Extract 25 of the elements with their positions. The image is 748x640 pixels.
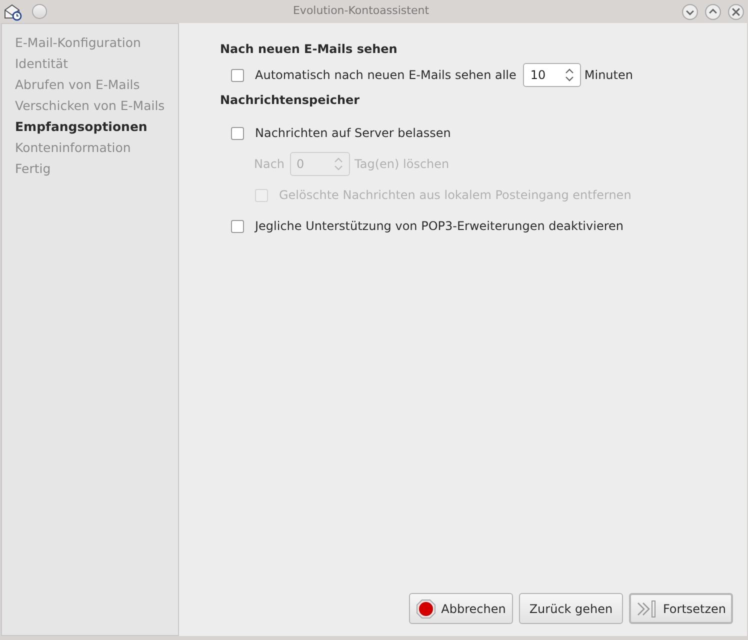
unit-label: Minuten [584,67,633,84]
checkbox-label[interactable]: Nachrichten auf Server belassen [255,124,451,142]
checkbox[interactable] [231,220,244,232]
prefix-label: Nach [254,156,285,173]
checkbox[interactable] [231,126,244,140]
sidebar-item[interactable]: Empfangsoptionen [15,116,178,137]
section-heading: Nach neuen E-Mails sehen [220,41,398,58]
mail-clock-icon[interactable] [4,2,22,20]
continue-button[interactable]: Fortsetzen [629,593,733,624]
back-button[interactable]: Zurück gehen [519,593,623,624]
checkbox[interactable] [231,68,244,82]
window-menu-button[interactable] [32,4,47,19]
section-heading: Nachrichtenspeicher [220,92,361,109]
checkbox-label[interactable]: Jegliche Unterstützung von POP3-Erweiterungen deaktivieren [255,217,624,235]
number-spinner[interactable]: 10 [523,63,582,87]
unit-label: Tag(en) löschen [354,156,450,173]
forward-arrow-icon [636,598,658,618]
spin-arrows-icon[interactable] [565,68,574,82]
close-icon[interactable] [728,4,744,20]
maximize-icon[interactable] [705,4,721,20]
minimize-icon[interactable] [682,4,698,20]
cancel-button[interactable]: Abbrechen [409,593,513,624]
stop-icon [416,598,436,618]
checkbox-label[interactable]: Automatisch nach neuen E-Mails sehen alle [255,66,516,84]
window-title: Evolution-Kontoassistent [292,3,430,20]
